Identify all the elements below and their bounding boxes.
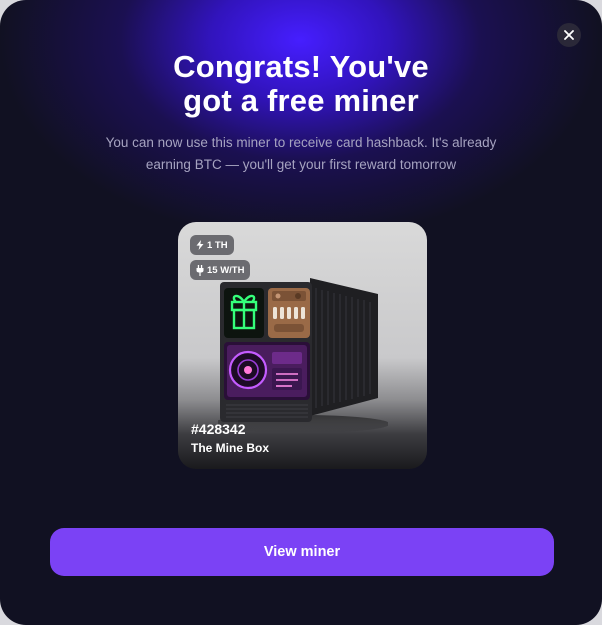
close-button[interactable] <box>557 23 581 47</box>
modal-title-line1: Congrats! You've <box>173 49 429 84</box>
miner-card[interactable]: 1 TH 15 W/TH #428342 The Mine Box <box>178 222 427 469</box>
mine-box-device-image <box>218 278 388 433</box>
modal-subtitle: You can now use this miner to receive ca… <box>105 135 497 172</box>
hashrate-label: 1 TH <box>207 239 228 251</box>
modal-title: Congrats! You've got a free miner <box>0 50 602 118</box>
view-miner-button[interactable]: View miner <box>50 528 554 576</box>
miner-id: #428342 <box>191 421 246 437</box>
free-miner-modal: Congrats! You've got a free miner You ca… <box>0 0 602 625</box>
plug-icon <box>196 264 204 276</box>
close-icon <box>564 30 574 40</box>
lightning-icon <box>196 240 204 250</box>
modal-title-line2: got a free miner <box>183 83 419 118</box>
miner-name: The Mine Box <box>191 441 270 455</box>
hashrate-badge: 1 TH <box>190 235 234 255</box>
